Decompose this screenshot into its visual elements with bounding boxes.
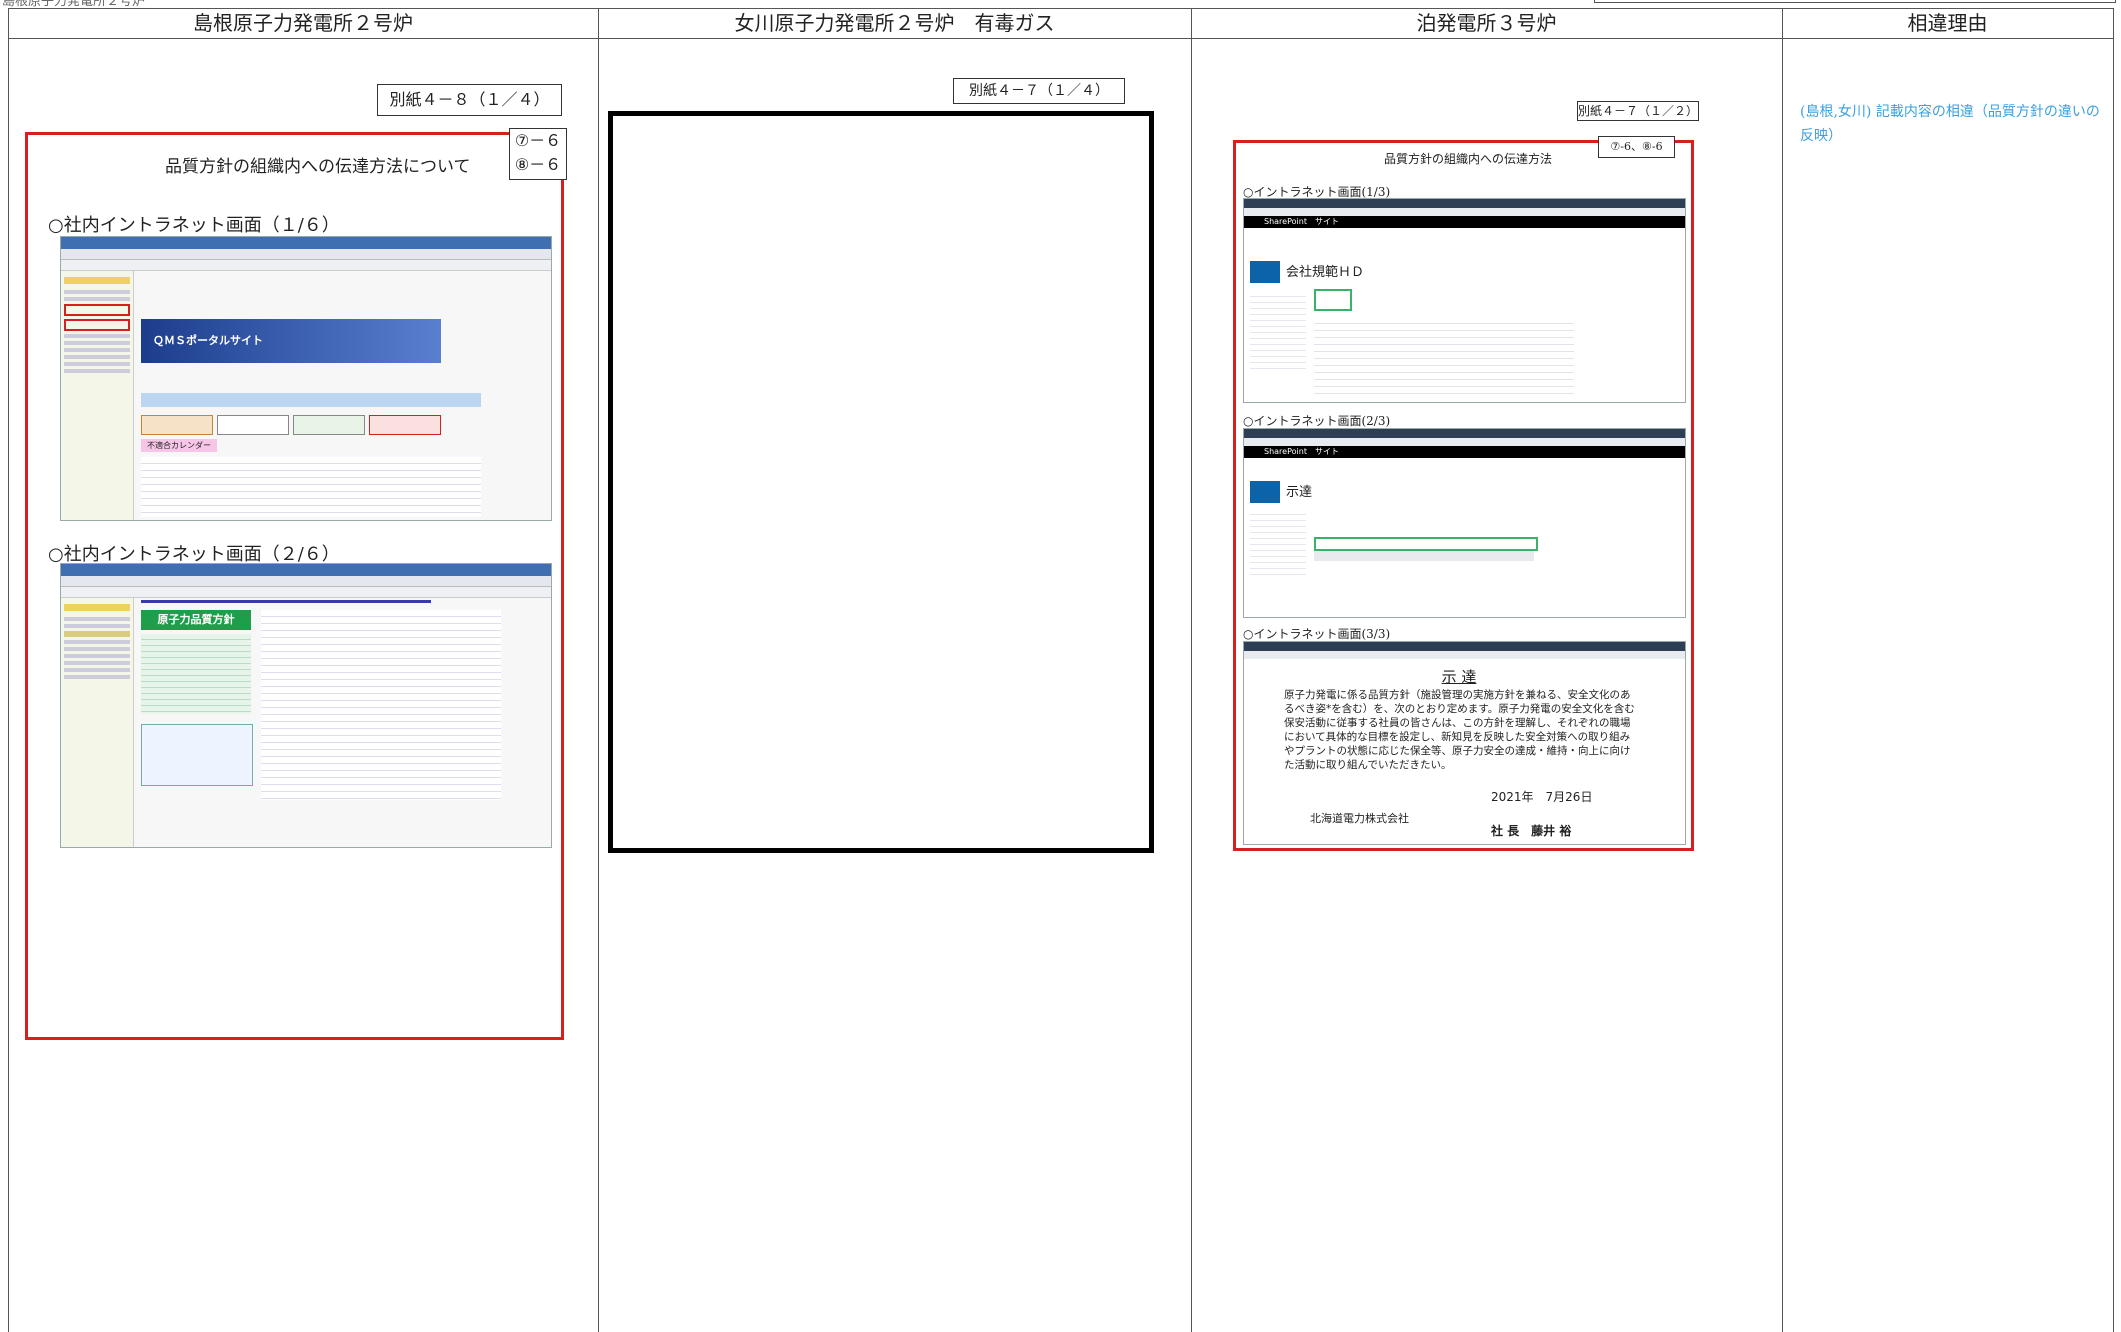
onagawa-blank-frame — [608, 111, 1154, 853]
col-line-4 — [2113, 8, 2114, 1332]
header-col2: 女川原子力発電所２号炉 有毒ガス — [734, 11, 1055, 35]
sp-bar-1: SharePoint サイト — [1244, 216, 1685, 228]
shimane-screenshot-1: ＱＭＳポータルサイト 不適合カレンダー — [60, 236, 552, 521]
shimane-title: 品質方針の組織内への伝達方法について — [165, 157, 471, 177]
header-col4: 相違理由 — [1907, 11, 1988, 35]
tomari-site-title-1: 会社規範ＨＤ — [1286, 265, 1365, 280]
tomari-tag-box: ⑦-6、⑧-6 — [1598, 136, 1675, 158]
top-right-box — [1594, 0, 2116, 3]
tomari-section-3: ○イントラネット画面(3/3) — [1243, 627, 1391, 641]
calendar-label: 不適合カレンダー — [141, 439, 217, 452]
tomari-screenshot-2: SharePoint サイト 示達 — [1243, 428, 1686, 618]
notice-company: 北海道電力株式会社 — [1310, 812, 1409, 825]
header-col1: 島根原子力発電所２号炉 — [193, 11, 413, 35]
shimane-tag-box: ⑦－６ ⑧－６ — [509, 128, 567, 180]
reason-text: (島根,女川) 記載内容の相違（品質方針の違いの反映） — [1800, 104, 2100, 144]
shimane-tag-1: ⑦－６ — [514, 131, 562, 150]
col-line-2 — [1191, 8, 1192, 1332]
tomari-ref-box: 別紙４－７（１／２） — [1577, 101, 1699, 121]
tomari-screenshot-1: SharePoint サイト 会社規範ＨＤ — [1243, 198, 1686, 403]
tomari-title: 品質方針の組織内への伝達方法 — [1384, 152, 1553, 166]
shimane-screenshot-2: 原子力品質方針 — [60, 563, 552, 848]
shimane-section-1: ○社内イントラネット画面（１/６） — [48, 215, 340, 236]
notice-signer: 社 長 藤井 裕 — [1491, 824, 1572, 838]
tomari-screenshot-3: 示 達 原子力発電に係る品質方針（施設管理の実施方針を兼ねる、安全文化のあるべき… — [1243, 641, 1686, 845]
col-line-1 — [598, 8, 599, 1332]
sp-bar-2: SharePoint サイト — [1244, 446, 1685, 458]
col-line-3 — [1782, 8, 1783, 1332]
shimane-tag-2: ⑧－６ — [514, 155, 562, 174]
notice-date: 2021年 7月26日 — [1491, 790, 1593, 804]
col-line-0 — [8, 8, 9, 1332]
policy-banner: 原子力品質方針 — [141, 610, 251, 630]
shimane-ref-box: 別紙４－８（１／４） — [377, 84, 562, 116]
header-col3: 泊発電所３号炉 — [1416, 11, 1557, 35]
notice-heading: 示 達 — [1441, 668, 1477, 686]
header-bottom-line — [8, 38, 2114, 39]
notice-body: 原子力発電に係る品質方針（施設管理の実施方針を兼ねる、安全文化のあるべき姿*を含… — [1284, 689, 1635, 771]
tomari-site-title-2: 示達 — [1286, 485, 1313, 500]
tomari-section-2: ○イントラネット画面(2/3) — [1243, 414, 1391, 428]
portal-banner: ＱＭＳポータルサイト — [141, 319, 441, 363]
onagawa-ref-box: 別紙４－７（１／４） — [953, 78, 1125, 104]
